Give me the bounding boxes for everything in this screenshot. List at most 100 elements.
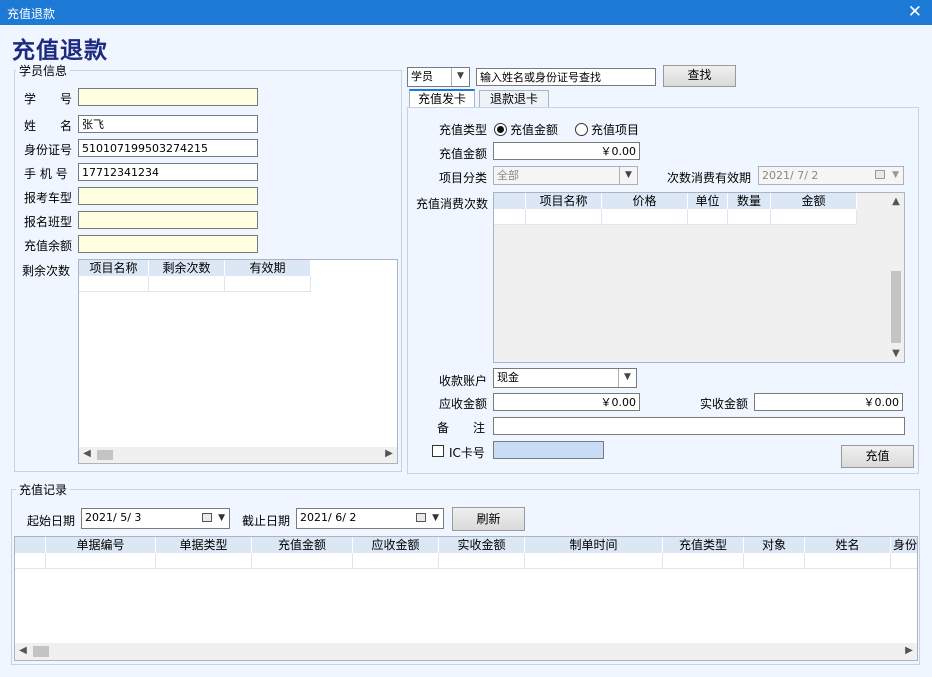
balance-field[interactable] bbox=[78, 235, 258, 253]
records-col-name[interactable]: 姓名 bbox=[805, 537, 891, 553]
tab-refund[interactable]: 退款退卡 bbox=[479, 90, 549, 108]
records-col-idcard[interactable]: 身份证号 bbox=[891, 537, 917, 553]
count-col-price[interactable]: 价格 bbox=[602, 193, 688, 209]
student-id-field[interactable] bbox=[78, 88, 258, 106]
records-grid[interactable]: 单据编号 单据类型 充值金额 应收金额 实收金额 制单时间 充值类型 对象 姓名… bbox=[14, 536, 918, 661]
calendar-icon[interactable] bbox=[202, 513, 212, 522]
refresh-button[interactable]: 刷新 bbox=[452, 507, 525, 531]
validity-date-picker[interactable]: 2021/ 7/ 2 ▼ bbox=[758, 166, 904, 185]
account-label: 收款账户 bbox=[439, 374, 488, 388]
chevron-down-icon[interactable]: ▼ bbox=[618, 369, 636, 387]
class-type-label: 报名班型 bbox=[24, 215, 73, 229]
remaining-grid[interactable]: 项目名称 剩余次数 有效期 ◀ ▶ bbox=[78, 259, 398, 464]
scroll-thumb[interactable] bbox=[891, 271, 901, 343]
ic-label: IC卡号 bbox=[449, 446, 485, 460]
recharge-button[interactable]: 充值 bbox=[841, 445, 914, 468]
scroll-thumb[interactable] bbox=[97, 450, 113, 460]
end-date-label: 截止日期 bbox=[242, 514, 291, 528]
records-col-bill-no[interactable]: 单据编号 bbox=[46, 537, 156, 553]
search-input[interactable]: 输入姓名或身份证号查找 bbox=[476, 68, 656, 86]
idcard-label: 身份证号 bbox=[24, 143, 73, 157]
validity-value: 2021/ 7/ 2 bbox=[762, 169, 819, 182]
radio-item-icon[interactable] bbox=[575, 123, 588, 136]
scroll-up-icon[interactable]: ▲ bbox=[890, 196, 902, 207]
chevron-down-icon[interactable]: ▼ bbox=[619, 167, 637, 184]
remaining-hscroll[interactable]: ◀ ▶ bbox=[79, 447, 397, 463]
chevron-down-icon[interactable]: ▼ bbox=[218, 511, 225, 526]
radio-item[interactable]: 充值项目 bbox=[575, 121, 639, 138]
table-row[interactable] bbox=[494, 209, 857, 225]
table-row[interactable] bbox=[79, 276, 311, 292]
close-icon[interactable]: ✕ bbox=[908, 2, 922, 22]
remaining-col-validity[interactable]: 有效期 bbox=[225, 260, 311, 276]
scroll-down-icon[interactable]: ▼ bbox=[890, 348, 902, 359]
end-date-value: 2021/ 6/ 2 bbox=[300, 511, 357, 524]
chevron-down-icon[interactable]: ▼ bbox=[451, 68, 469, 86]
received-label: 实收金额 bbox=[700, 397, 749, 411]
records-hscroll[interactable]: ◀ ▶ bbox=[15, 643, 917, 660]
phone-label: 手 机 号 bbox=[24, 167, 68, 181]
remaining-col-name[interactable]: 项目名称 bbox=[79, 260, 149, 276]
chevron-down-icon[interactable]: ▼ bbox=[892, 168, 899, 183]
received-field[interactable]: ￥0.00 bbox=[754, 393, 903, 411]
count-col-unit[interactable]: 单位 bbox=[688, 193, 728, 209]
class-type-field[interactable] bbox=[78, 211, 258, 229]
radio-amount[interactable]: 充值金额 bbox=[494, 121, 558, 138]
count-label: 充值消费次数 bbox=[416, 197, 489, 211]
records-col-type[interactable]: 充值类型 bbox=[663, 537, 744, 553]
radio-item-label: 充值项目 bbox=[591, 123, 640, 137]
remark-field[interactable] bbox=[493, 417, 905, 435]
phone-field[interactable]: 17712341234 bbox=[78, 163, 258, 181]
receivable-field[interactable]: ￥0.00 bbox=[493, 393, 640, 411]
chevron-down-icon[interactable]: ▼ bbox=[432, 511, 439, 526]
category-label: 项目分类 bbox=[439, 171, 488, 185]
category-value: 全部 bbox=[497, 169, 519, 182]
ic-field[interactable] bbox=[493, 441, 604, 459]
scroll-right-icon[interactable]: ▶ bbox=[383, 448, 395, 459]
name-field[interactable]: 张飞 bbox=[78, 115, 258, 133]
count-col-qty[interactable]: 数量 bbox=[728, 193, 771, 209]
remaining-label: 剩余次数 bbox=[22, 264, 71, 278]
records-col-amount[interactable]: 充值金额 bbox=[252, 537, 353, 553]
scroll-thumb[interactable] bbox=[33, 646, 49, 657]
ic-checkbox[interactable] bbox=[432, 445, 444, 457]
calendar-icon[interactable] bbox=[875, 170, 885, 179]
amount-label: 充值金额 bbox=[439, 147, 488, 161]
calendar-icon[interactable] bbox=[416, 513, 426, 522]
amount-field[interactable]: ￥0.00 bbox=[493, 142, 640, 160]
records-col-receivable[interactable]: 应收金额 bbox=[353, 537, 439, 553]
category-select[interactable]: 全部 ▼ bbox=[493, 166, 638, 185]
search-type-select[interactable]: 学员 ▼ bbox=[407, 67, 470, 87]
remaining-col-count[interactable]: 剩余次数 bbox=[149, 260, 225, 276]
remark-label: 备 注 bbox=[437, 421, 486, 435]
idcard-field[interactable]: 510107199503274215 bbox=[78, 139, 258, 157]
scroll-left-icon[interactable]: ◀ bbox=[17, 645, 29, 656]
scroll-right-icon[interactable]: ▶ bbox=[903, 645, 915, 656]
count-col-name[interactable]: 项目名称 bbox=[526, 193, 602, 209]
end-date-picker[interactable]: 2021/ 6/ 2 ▼ bbox=[296, 508, 444, 529]
radio-amount-icon[interactable] bbox=[494, 123, 507, 136]
student-info-label: 学员信息 bbox=[16, 62, 71, 79]
records-col-target[interactable]: 对象 bbox=[744, 537, 805, 553]
window-title: 充值退款 bbox=[7, 7, 56, 21]
radio-amount-label: 充值金额 bbox=[510, 123, 559, 137]
table-row[interactable] bbox=[15, 553, 917, 569]
count-vscroll[interactable]: ▲ ▼ bbox=[888, 193, 904, 362]
tab-recharge[interactable]: 充值发卡 bbox=[409, 89, 475, 108]
count-grid[interactable]: 项目名称 价格 单位 数量 金额 ▲ ▼ bbox=[493, 192, 905, 363]
scroll-left-icon[interactable]: ◀ bbox=[81, 448, 93, 459]
name-label: 姓 名 bbox=[24, 119, 73, 133]
start-date-picker[interactable]: 2021/ 5/ 3 ▼ bbox=[81, 508, 230, 529]
count-col-total[interactable]: 金额 bbox=[771, 193, 857, 209]
search-type-value: 学员 bbox=[411, 70, 433, 83]
account-select[interactable]: 现金 ▼ bbox=[493, 368, 637, 388]
records-col-bill-type[interactable]: 单据类型 bbox=[156, 537, 252, 553]
exam-car-field[interactable] bbox=[78, 187, 258, 205]
records-col-time[interactable]: 制单时间 bbox=[525, 537, 663, 553]
records-col-received[interactable]: 实收金额 bbox=[439, 537, 525, 553]
exam-car-label: 报考车型 bbox=[24, 191, 73, 205]
start-date-label: 起始日期 bbox=[27, 514, 76, 528]
search-button[interactable]: 查找 bbox=[663, 65, 736, 87]
balance-label: 充值余额 bbox=[24, 239, 73, 253]
validity-label: 次数消费有效期 bbox=[667, 171, 752, 185]
